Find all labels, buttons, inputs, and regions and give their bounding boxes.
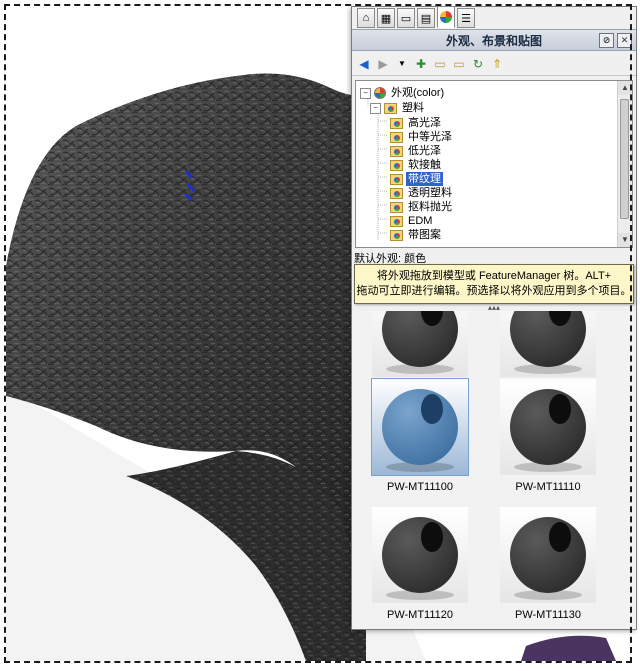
appearance-icon[interactable] [437,6,455,28]
folder-icon [390,117,403,129]
collapse-icon[interactable]: − [360,87,371,99]
swatch-panel: PW-MT11080PW-MT11090PW-MT11100PW-MT11110… [352,311,636,629]
folder-icon [390,201,403,213]
folder-icon [390,215,403,227]
tree-item-label: 软接触 [408,159,441,171]
tree-item-label: 带纹理 [406,172,443,186]
folder-icon [390,229,403,241]
appearances-task-pane: ⌂ ▦ ▭ ▤ ☰ 外观、布景和贴图 ⊘ ✕ ◀ ▶ ▼ ✚ ▭ ▭ ↻ ⇑ −… [351,6,637,630]
scroll-down-icon[interactable]: ▼ [618,233,632,247]
tree-root[interactable]: − 外观(color) [360,86,446,100]
swatch-thumbnail [372,507,468,603]
refresh-icon[interactable]: ↻ [470,56,486,72]
tree-item[interactable]: 透明塑料 [390,186,454,200]
tree-item-label: 透明塑料 [408,187,452,199]
collapse-icon[interactable]: − [370,102,381,114]
up-icon[interactable]: ⇑ [489,56,505,72]
tooltip-line-2: 拖动可立即进行编辑。预选择以将外观应用到多个项目。 [356,285,632,297]
swatch-label: PW-MT11100 [386,481,454,493]
tree-item-label: 高光泽 [408,117,441,129]
folder-icon [390,159,403,171]
appearance-swatch[interactable]: PW-MT11100 [371,378,469,493]
pane-title: 外观、布景和贴图 ⊘ ✕ [352,29,636,51]
tree-root-label: 外观(color) [391,87,445,99]
tree-item[interactable]: 中等光泽 [390,130,454,144]
tree-item-label: 中等光泽 [408,131,452,143]
folder-icon [384,102,397,114]
scroll-thumb[interactable] [620,99,629,219]
swatch-label: PW-MT11120 [386,609,454,621]
tree-folder-plastic[interactable]: − 塑料 [370,101,426,115]
tree-folder-label: 塑料 [402,102,424,114]
tree-item[interactable]: 抠料抛光 [390,200,454,214]
folder-icon [390,131,403,143]
appearance-swatch[interactable]: PW-MT11110 [500,379,596,493]
swatch-thumbnail [372,311,468,377]
folder-icon [390,145,403,157]
add-icon[interactable]: ✚ [413,56,429,72]
appearance-swatch[interactable]: PW-MT11120 [372,507,468,621]
appearance-swatch[interactable]: PW-MT11130 [500,507,596,621]
folder-icon[interactable]: ▭ [451,56,467,72]
tree-item-label: 低光泽 [408,145,441,157]
swatch-label: PW-MT11110 [515,481,581,493]
swatch-thumbnail [371,378,469,476]
tree-item[interactable]: 带图案 [390,228,443,242]
tree-item-label: 带图案 [408,229,441,241]
tree-item[interactable]: EDM [390,214,434,228]
scroll-up-icon[interactable]: ▲ [618,81,632,95]
tooltip: 将外观拖放到模型或 FeatureManager 树。ALT+ 拖动可立即进行编… [354,264,634,304]
home-icon[interactable]: ⌂ [357,8,375,28]
folder-open-icon[interactable]: ▭ [432,56,448,72]
tooltip-line-1: 将外观拖放到模型或 FeatureManager 树。ALT+ [376,270,612,282]
tree-item[interactable]: 高光泽 [390,116,443,130]
pane-title-text: 外观、布景和贴图 [445,33,542,48]
forward-icon[interactable]: ▶ [375,56,391,72]
swatch-thumbnail [500,311,596,377]
tree-item[interactable]: 带纹理 [390,172,443,186]
close-icon[interactable]: ✕ [617,33,632,48]
tree-scrollbar[interactable]: ▲ ▼ [617,81,632,247]
palette-view-icon[interactable]: ▤ [417,8,435,28]
appearance-icon [374,87,386,99]
back-icon[interactable]: ◀ [356,56,372,72]
folder-icon[interactable]: ▭ [397,8,415,28]
folder-icon [390,187,403,199]
pane-toolbar: ◀ ▶ ▼ ✚ ▭ ▭ ↻ ⇑ [352,52,636,76]
dropdown-icon[interactable]: ▼ [394,56,410,72]
swatch-thumbnail [500,379,596,475]
model-icon[interactable]: ▦ [377,8,395,28]
swatch-thumbnail [500,507,596,603]
swatch-label: PW-MT11130 [514,609,582,621]
tree-item-label: 抠料抛光 [408,201,452,213]
appearance-tree: − 外观(color) − 塑料 高光泽中等光泽低光泽软接触 带纹理 透明塑料抠料抛… [355,80,633,248]
custom-properties-icon[interactable]: ☰ [457,8,475,28]
task-pane-tabs: ⌂ ▦ ▭ ▤ ☰ [351,6,640,30]
pin-icon[interactable]: ⊘ [599,33,614,48]
folder-icon [390,173,403,185]
tree-item-label: EDM [408,215,433,227]
tree-item[interactable]: 低光泽 [390,144,443,158]
tree-item[interactable]: 软接触 [390,158,443,172]
